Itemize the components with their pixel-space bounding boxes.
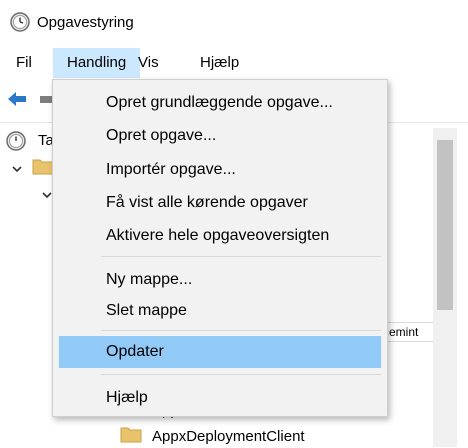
folder-clock-icon [32, 159, 54, 175]
right-pane-partial-text: emint [386, 322, 438, 342]
action-menu-dropdown: Opret grundlæggende opgave... Opret opga… [52, 79, 388, 417]
chevron-down-icon[interactable] [42, 190, 52, 200]
menu-item-new-folder[interactable]: Ny mappe... [59, 264, 381, 296]
title-bar: Opgavestyring [0, 0, 468, 44]
menu-item-display-running-tasks[interactable]: Få vist alle kørende opgaver [59, 187, 381, 219]
menu-item-help[interactable]: Hjælp [59, 382, 381, 414]
menu-bar: Fil Handling Vis Hjælp [0, 48, 468, 78]
menu-item-create-basic-task[interactable]: Opret grundlæggende opgave... [59, 87, 381, 119]
back-arrow-icon[interactable] [6, 90, 28, 108]
vertical-scrollbar[interactable] [433, 128, 457, 447]
window-title: Opgavestyring [37, 14, 134, 31]
tree-folder-appxdeploymentclient[interactable]: AppxDeploymentClient [152, 426, 305, 448]
menu-separator [101, 374, 381, 375]
menu-file[interactable]: Fil [2, 48, 46, 78]
menu-separator [101, 256, 381, 257]
folder-icon [120, 427, 142, 443]
menu-item-refresh[interactable]: Opdater [59, 336, 381, 368]
menu-item-enable-task-history[interactable]: Aktivere hele opgaveoversigten [59, 220, 381, 252]
menu-item-import-task[interactable]: Importér opgave... [59, 154, 381, 186]
menu-separator [101, 330, 381, 331]
menu-help[interactable]: Hjælp [186, 48, 253, 78]
scrollbar-thumb[interactable] [437, 140, 453, 310]
menu-view[interactable]: Vis [124, 48, 173, 78]
menu-item-create-task[interactable]: Opret opgave... [59, 120, 381, 152]
task-scheduler-clock-icon [10, 12, 30, 32]
menu-item-delete-folder[interactable]: Slet mappe [59, 295, 381, 327]
chevron-down-icon[interactable] [12, 164, 22, 174]
task-scheduler-clock-icon [6, 131, 26, 151]
